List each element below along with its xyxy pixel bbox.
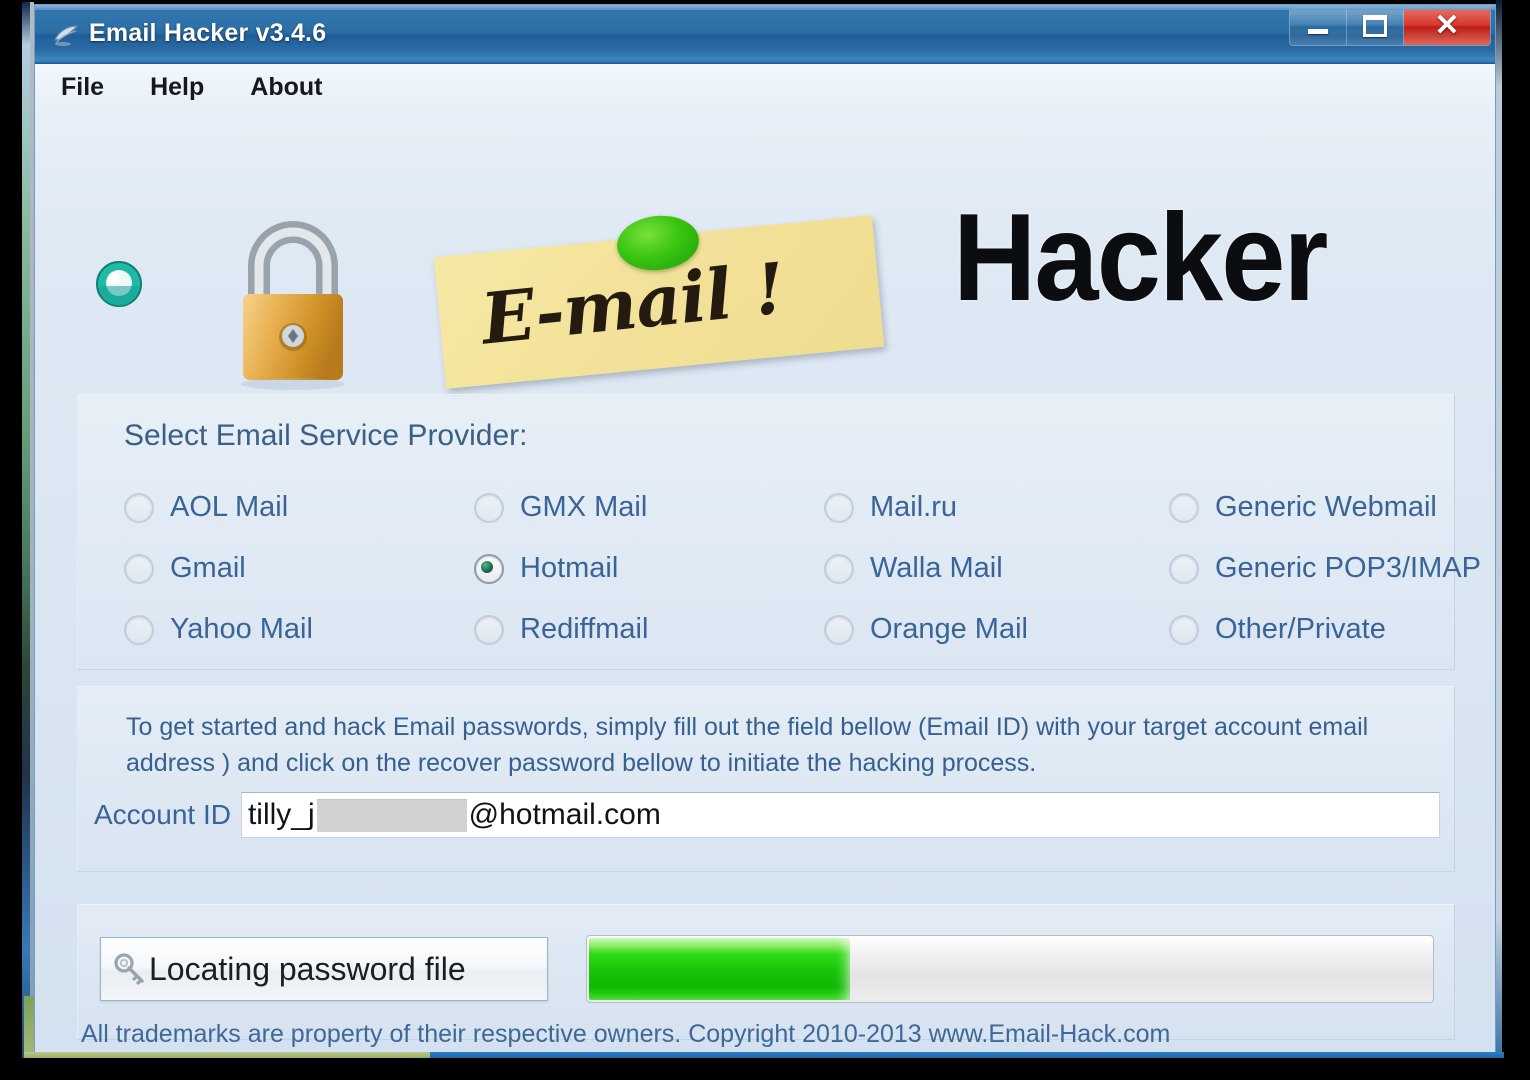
menu-bar: File Help About [35,64,1495,110]
radio-hotmail[interactable]: Hotmail [474,552,824,585]
account-id-label: Account ID [94,799,231,830]
title-bar[interactable]: Email Hacker v3.4.6 ✕ [35,5,1495,64]
account-id-input[interactable]: tilly_j @hotmail.com [240,792,1440,838]
maximize-button[interactable] [1347,7,1404,45]
footer-text: All trademarks are property of their res… [81,1020,1171,1048]
window-title: Email Hacker v3.4.6 [89,19,327,47]
menu-item-file[interactable]: File [61,73,104,102]
radio-icon [474,614,504,645]
client-area: File Help About E-mail ! Hacker Select E… [35,64,1495,1057]
menu-item-about[interactable]: About [250,73,322,102]
radio-label: Generic POP3/IMAP [1215,552,1481,584]
provider-panel-title: Select Email Service Provider: [124,419,528,452]
radio-generic-webmail[interactable]: Generic Webmail [1169,491,1499,524]
radio-label: Yahoo Mail [170,613,313,645]
radio-label: Orange Mail [870,613,1028,645]
key-icon [113,952,147,986]
account-id-value-suffix: @hotmail.com [468,798,661,831]
radio-generic-pop3-imap[interactable]: Generic POP3/IMAP [1169,552,1499,585]
minimize-button[interactable] [1290,7,1347,45]
radio-icon [1169,614,1199,645]
radio-other-private[interactable]: Other/Private [1169,613,1499,646]
progress-bar-fill [589,938,851,1000]
close-icon: ✕ [1434,9,1460,42]
app-icon [51,19,81,49]
radio-icon [824,492,854,523]
radio-label: Mail.ru [870,491,958,523]
left-edge-strip [22,2,30,1076]
radio-label: Generic Webmail [1215,491,1437,523]
status-label: Locating password file [149,950,466,987]
radio-yahoo-mail[interactable]: Yahoo Mail [124,613,474,646]
account-panel: To get started and hack Email passwords,… [77,686,1455,872]
screen-root: Email Hacker v3.4.6 ✕ File Help About E-… [0,0,1530,1080]
radio-label: GMX Mail [520,491,648,523]
radio-aol-mail[interactable]: AOL Mail [124,491,474,524]
redaction-block [316,798,467,832]
radio-label: Other/Private [1215,613,1386,645]
radio-label: Walla Mail [870,552,1003,584]
radio-icon [124,553,154,584]
menu-item-help[interactable]: Help [150,73,204,102]
minimize-icon [1308,28,1328,34]
close-button[interactable]: ✕ [1404,7,1490,45]
window-controls: ✕ [1289,7,1491,46]
radio-label: AOL Mail [170,491,289,523]
radio-icon [1169,553,1199,584]
radio-gmail[interactable]: Gmail [124,552,474,585]
radio-mail-ru[interactable]: Mail.ru [824,491,1169,524]
bottom-letterbox [0,1058,1530,1080]
provider-panel: Select Email Service Provider: AOL Mail … [77,394,1481,670]
account-id-row: Account ID tilly_j @hotmail.com [94,791,1440,839]
radio-label: Hotmail [520,552,619,584]
gem-icon [87,252,151,316]
account-id-value-prefix: tilly_j [247,798,315,831]
radio-icon [1169,492,1199,523]
radio-label: Rediffmail [520,613,649,645]
radio-rediffmail[interactable]: Rediffmail [474,613,824,646]
radio-icon [124,492,154,523]
radio-gmx-mail[interactable]: GMX Mail [474,491,824,524]
radio-icon [824,614,854,645]
provider-radio-group: AOL Mail GMX Mail Mail.ru Generic Webmai… [124,477,1481,660]
radio-icon [824,553,854,584]
recover-password-button[interactable]: Locating password file [100,937,548,1001]
radio-walla-mail[interactable]: Walla Mail [824,552,1169,585]
sticky-note: E-mail ! [433,211,899,389]
maximize-icon [1363,15,1387,37]
radio-orange-mail[interactable]: Orange Mail [824,613,1169,646]
radio-icon-selected [474,553,504,584]
brand-wordmark: Hacker [953,189,1328,327]
logo-banner: E-mail ! Hacker [35,110,1495,390]
right-edge-strip [1496,0,1502,1080]
progress-bar [586,935,1434,1003]
radio-icon [474,492,504,523]
radio-icon [124,614,154,645]
application-window: Email Hacker v3.4.6 ✕ File Help About E-… [34,4,1496,1057]
radio-label: Gmail [170,552,246,584]
instructions-text: To get started and hack Email passwords,… [126,713,1369,777]
padlock-icon [221,206,365,396]
